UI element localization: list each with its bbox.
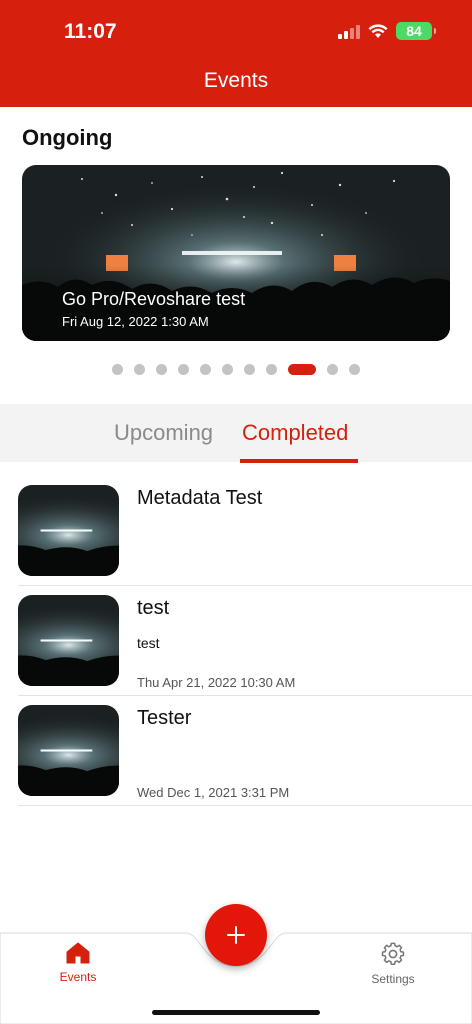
header-bar: 11:07 84 Events (0, 0, 472, 107)
list-item[interactable]: Tester Wed Dec 1, 2021 3:31 PM (0, 705, 472, 815)
event-thumbnail (18, 485, 119, 576)
cellular-signal-icon (338, 23, 360, 39)
event-date: Wed Dec 1, 2021 3:31 PM (137, 785, 290, 800)
add-event-button[interactable] (205, 904, 267, 966)
carousel-dot[interactable] (244, 364, 255, 375)
carousel-dot[interactable] (200, 364, 211, 375)
battery-icon: 84 (396, 22, 436, 40)
ongoing-event-title: Go Pro/Revoshare test (62, 289, 246, 309)
page-title: Events (203, 69, 269, 92)
plus-icon (227, 926, 245, 944)
carousel-dot[interactable] (156, 364, 167, 375)
divider (18, 805, 472, 806)
status-icons: 84 (338, 22, 436, 40)
status-time: 11:07 (64, 20, 117, 43)
wifi-icon (368, 23, 388, 38)
section-title-ongoing: Ongoing (22, 125, 113, 150)
ongoing-event-date: Fri Aug 12, 2022 1:30 AM (62, 314, 209, 329)
ongoing-event-card[interactable]: Go Pro/Revoshare test Fri Aug 12, 2022 1… (22, 165, 450, 341)
gear-icon (381, 942, 405, 965)
event-title: Metadata Test (137, 487, 263, 509)
carousel-dot[interactable] (112, 364, 123, 375)
divider (18, 695, 472, 696)
nav-settings-label: Settings (371, 972, 415, 986)
list-item[interactable]: Metadata Test (0, 485, 472, 595)
carousel-dot[interactable] (349, 364, 360, 375)
event-description: test (137, 635, 160, 651)
event-title: test (137, 597, 170, 619)
tab-completed[interactable]: Completed (242, 420, 348, 446)
event-thumbnail (18, 595, 119, 686)
carousel-dot[interactable] (178, 364, 189, 375)
home-indicator (152, 1010, 320, 1015)
list-item[interactable]: test test Thu Apr 21, 2022 10:30 AM (0, 595, 472, 705)
carousel-dot[interactable] (288, 364, 316, 375)
event-title: Tester (137, 707, 192, 729)
event-date: Thu Apr 21, 2022 10:30 AM (137, 675, 296, 690)
carousel-dot[interactable] (134, 364, 145, 375)
tab-upcoming[interactable]: Upcoming (114, 420, 213, 446)
divider (18, 585, 472, 586)
home-icon (66, 942, 90, 964)
carousel-dot[interactable] (222, 364, 233, 375)
ongoing-event-info: Go Pro/Revoshare test Fri Aug 12, 2022 1… (62, 289, 245, 329)
carousel-dot[interactable] (327, 364, 338, 375)
carousel-page-indicator[interactable] (0, 364, 472, 376)
nav-events[interactable]: Events (38, 942, 118, 984)
nav-events-label: Events (59, 970, 97, 984)
nav-settings[interactable]: Settings (353, 942, 433, 986)
tab-selected-indicator (240, 459, 358, 463)
event-thumbnail (18, 705, 119, 796)
carousel-dot[interactable] (266, 364, 277, 375)
event-tabs: Upcoming Completed (0, 404, 472, 463)
